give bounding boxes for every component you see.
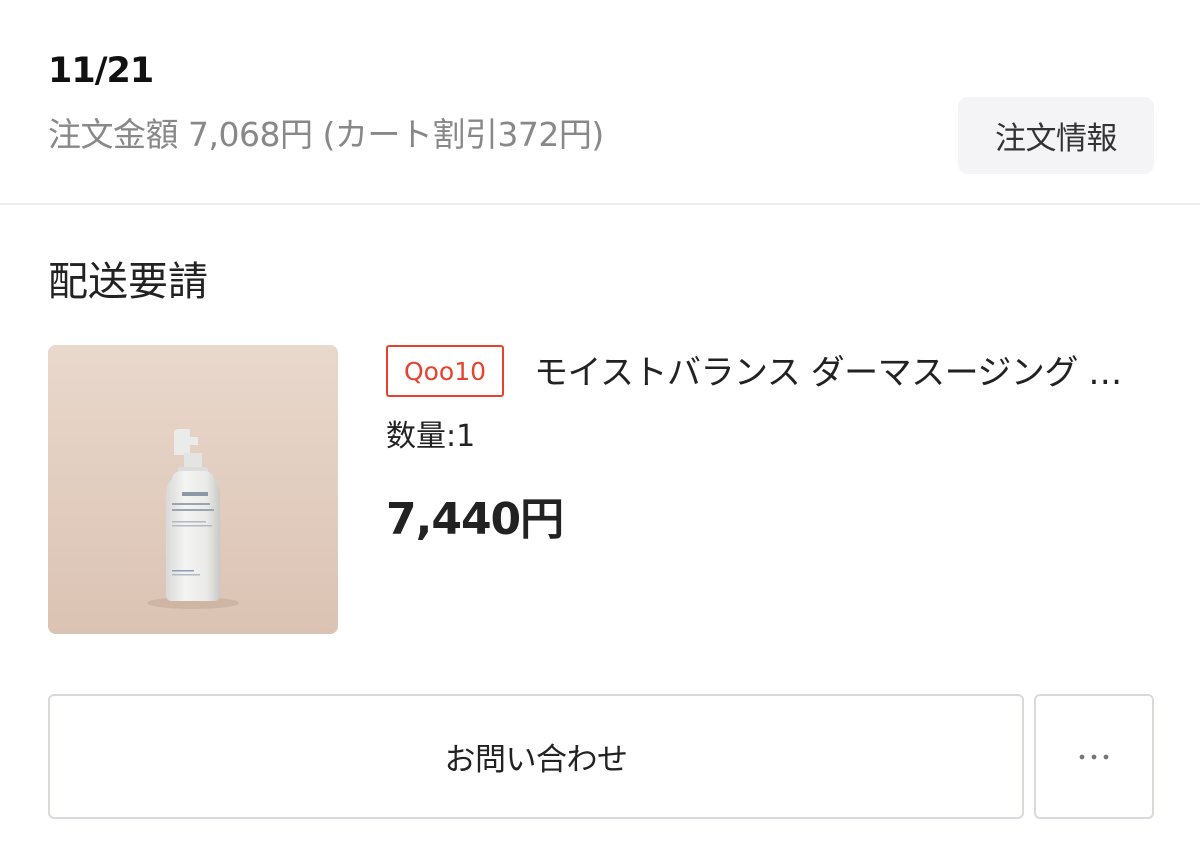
product-name[interactable]: モイストバランス ダーマスージング トナー [534, 348, 1144, 398]
bottle-illustration [48, 345, 338, 634]
contact-button[interactable]: お問い合わせ [48, 694, 1024, 819]
order-info-button[interactable]: 注文情報 [958, 97, 1154, 174]
product-image[interactable] [48, 345, 338, 634]
order-detail-page: 11/21 注文金額 7,068円 (カート割引372円) 注文情報 配送要請 [0, 0, 1200, 865]
product-quantity: 数量:1 [386, 419, 476, 454]
product-price: 7,440円 [386, 494, 564, 545]
store-badge: Qoo10 [386, 345, 504, 397]
order-header: 11/21 注文金額 7,068円 (カート割引372円) 注文情報 [0, 0, 1200, 205]
more-horizontal-icon [1079, 754, 1109, 759]
shipment-status-title: 配送要請 [48, 259, 208, 305]
order-amount: 注文金額 7,068円 (カート割引372円) [48, 115, 604, 154]
order-date: 11/21 [48, 51, 154, 91]
more-options-button[interactable] [1034, 694, 1154, 819]
